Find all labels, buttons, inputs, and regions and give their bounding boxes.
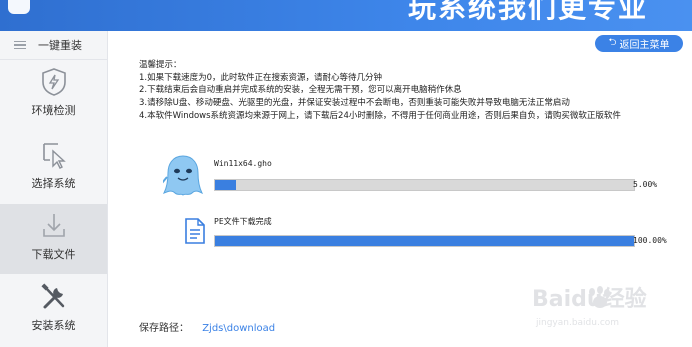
tip-line: 1.如果下载速度为0，此时软件正在搜索资源，请耐心等待几分钟 — [139, 72, 383, 83]
top-banner: 玩系统我们更专业 — [0, 0, 692, 31]
shield-bolt-icon — [42, 68, 66, 96]
sidebar-header[interactable]: 一键重装 — [0, 31, 107, 60]
task-name: Win11x64.gho — [214, 159, 272, 168]
app-logo — [8, 0, 30, 14]
sidebar-item-install[interactable]: 安装系统 — [0, 275, 107, 345]
tips-block: 温馨提示： 1.如果下载速度为0，此时软件正在搜索资源，请耐心等待几分钟 2.下… — [139, 59, 621, 123]
ghost-mascot-icon — [163, 155, 203, 196]
sidebar-item-label: 环境检测 — [31, 104, 76, 117]
sidebar-item-select-system[interactable]: 选择系统 — [0, 133, 107, 203]
cursor-select-icon — [43, 143, 66, 169]
download-icon — [43, 214, 65, 237]
tools-icon — [41, 283, 65, 309]
sidebar-item-download[interactable]: 下载文件 — [0, 204, 107, 274]
tips-title: 温馨提示： — [139, 60, 182, 70]
progress-fill — [215, 180, 236, 190]
progress-bar — [214, 179, 635, 191]
watermark-subtext: jingyan.baidu.com — [535, 318, 619, 328]
tip-line: 3.请移除U盘、移动硬盘、光驱里的光盘，并保证安装过程中不会断电，否则重装可能失… — [139, 98, 570, 109]
baidu-watermark: Baidu经验 jingyan.baidu.com — [530, 282, 660, 332]
tip-line: 4.本软件Windows系统资源均来源于网上，请下载后24小时删除，不得用于任何… — [139, 110, 621, 121]
sidebar-item-label: 下载文件 — [31, 248, 76, 261]
sidebar-header-label: 一键重装 — [38, 39, 82, 52]
sidebar-item-label: 安装系统 — [31, 319, 76, 332]
back-button-label: 返回主菜单 — [619, 40, 670, 51]
document-icon — [185, 218, 205, 244]
progress-percent: 5.00% — [633, 180, 658, 189]
task-name: PE文件下载完成 — [214, 217, 272, 226]
baidu-paw-logo: Baidu经验 jingyan.baidu.com — [532, 286, 647, 328]
save-path-row: 保存路径： Zjds\download — [139, 319, 275, 334]
save-path-link[interactable]: Zjds\download — [202, 323, 275, 334]
progress-percent: 100.00% — [633, 236, 667, 245]
sidebar-item-label: 选择系统 — [31, 177, 76, 190]
progress-fill — [215, 236, 634, 246]
watermark-text: Baidu经验 — [532, 286, 647, 312]
return-icon: ⮌ — [608, 37, 617, 48]
sidebar-item-env-check[interactable]: 环境检测 — [0, 60, 107, 130]
menu-icon — [14, 40, 26, 50]
save-path-label: 保存路径： — [139, 323, 189, 334]
banner-slogan: 玩系统我们更专业 — [407, 0, 648, 24]
progress-bar — [214, 235, 635, 247]
sidebar: 一键重装 环境检测 选择系统 下载文件 安装系统 — [0, 31, 108, 347]
back-to-main-menu-button[interactable]: ⮌ 返回主菜单 — [595, 35, 683, 52]
tip-line: 2.下载结束后会自动重启并完成系统的安装，全程无需干预，您可以离开电脑稍作休息 — [139, 85, 462, 96]
